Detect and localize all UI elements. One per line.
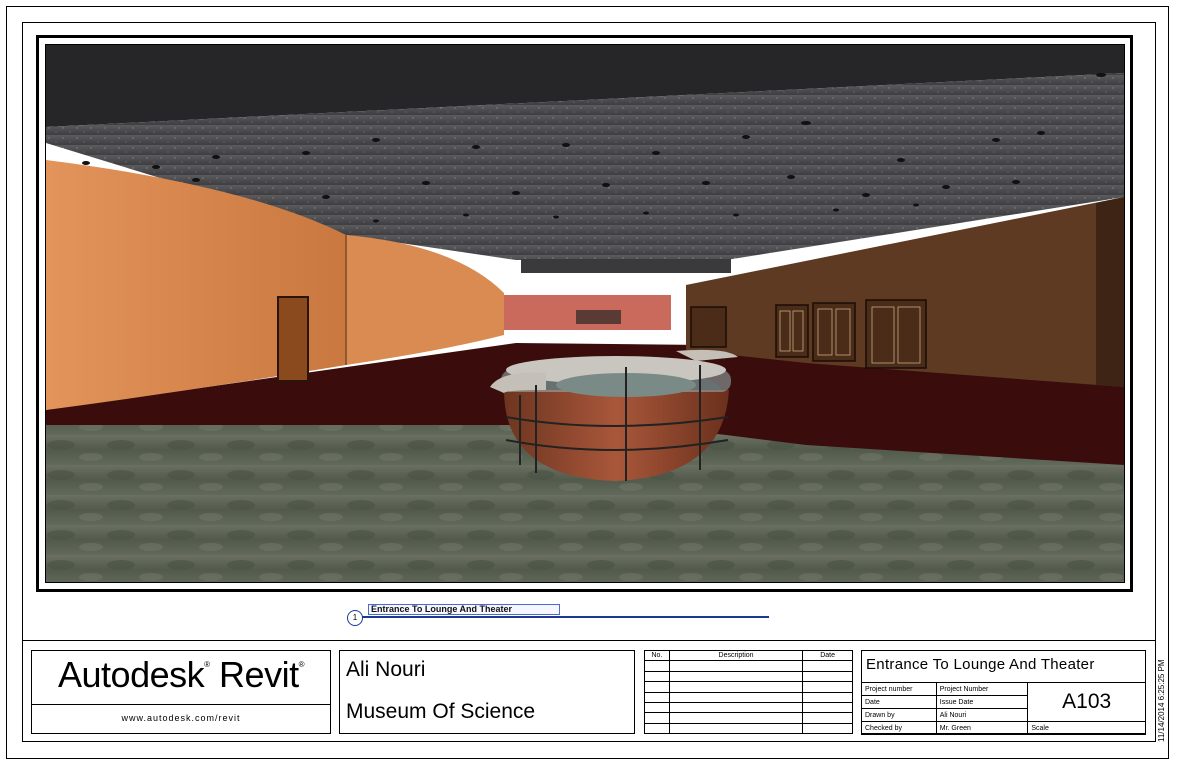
revision-row[interactable] <box>644 670 853 683</box>
sheet-info-table: Project number Project Number A103 Date … <box>861 682 1146 735</box>
project-name[interactable]: Museum Of Science <box>346 700 535 724</box>
logo-brand: Autodesk <box>58 654 205 695</box>
project-number-value[interactable]: Project Number <box>935 682 1029 696</box>
drawn-by-label: Drawn by <box>861 708 937 722</box>
sheet-name[interactable]: Entrance To Lounge And Theater <box>866 656 1095 673</box>
logo-registered-mark-2: ® <box>298 660 305 669</box>
sheet-number[interactable]: A103 <box>1027 682 1146 722</box>
date-label: Date <box>861 695 937 709</box>
autodesk-revit-logo: Autodesk® Revit® <box>31 654 331 696</box>
view-title-underline <box>362 616 769 618</box>
view-number-bubble[interactable]: 1 <box>347 610 363 626</box>
rendered-3d-view[interactable] <box>45 44 1125 583</box>
revision-row[interactable] <box>644 712 853 724</box>
owner-name[interactable]: Ali Nouri <box>346 658 425 682</box>
scale-field[interactable]: Scale <box>1027 721 1146 735</box>
rev-header-description: Description <box>668 649 804 662</box>
drawn-by-value[interactable]: Ali Nouri <box>935 708 1029 722</box>
revision-row[interactable] <box>644 660 853 672</box>
print-timestamp: 11/14/2014 6:25:25 PM <box>1157 650 1171 742</box>
logo-url: www.autodesk.com/revit <box>121 713 241 723</box>
revision-row[interactable] <box>644 722 853 735</box>
revision-table: No. Description Date <box>644 649 853 735</box>
project-number-label: Project number <box>861 682 937 696</box>
title-block-divider <box>22 640 1156 641</box>
date-value[interactable]: Issue Date <box>935 695 1029 709</box>
logo-divider <box>31 704 331 705</box>
print-timestamp-text: 11/14/2014 6:25:25 PM <box>1157 659 1166 742</box>
rev-header-no: No. <box>644 649 670 662</box>
scale-label: Scale <box>1031 724 1049 732</box>
revision-row[interactable] <box>644 681 853 693</box>
rev-header-date: Date <box>802 649 853 662</box>
logo-registered-mark: ® <box>204 660 210 669</box>
view-title[interactable]: Entrance To Lounge And Theater <box>368 604 560 615</box>
checked-by-value[interactable]: Mr. Green <box>935 721 1029 735</box>
revision-row[interactable] <box>644 701 853 714</box>
checked-by-label: Checked by <box>861 721 937 735</box>
logo-product: Revit <box>219 654 299 695</box>
revision-row[interactable] <box>644 691 853 703</box>
